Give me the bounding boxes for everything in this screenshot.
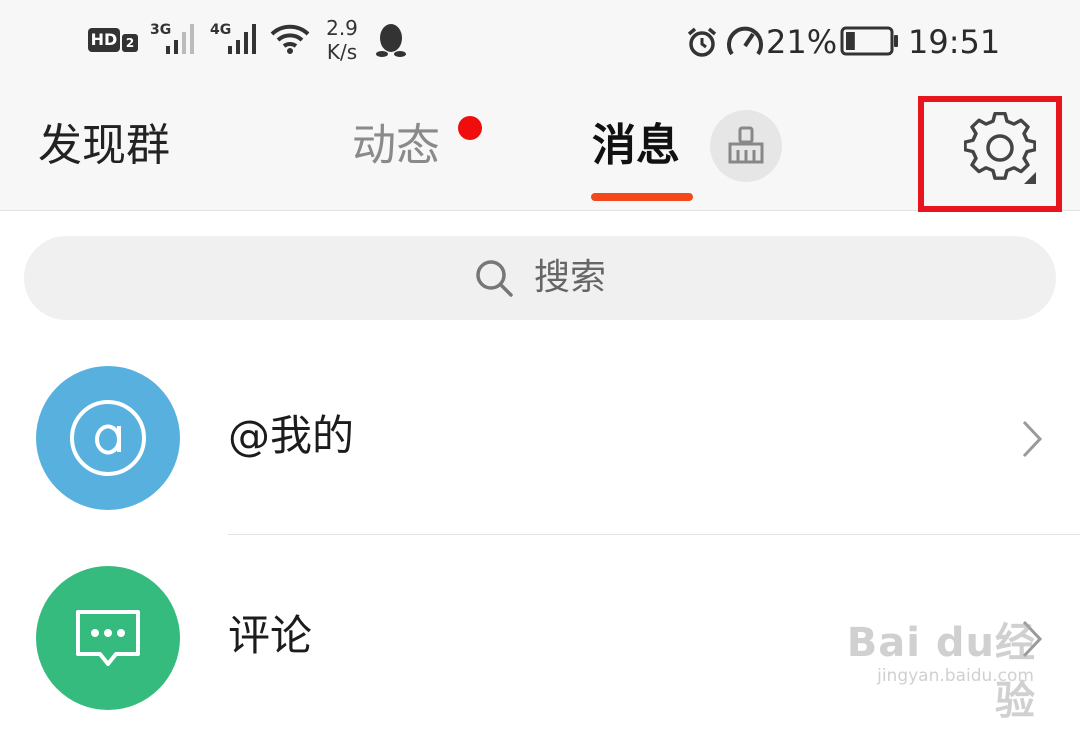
tab-moments[interactable]: 动态 bbox=[352, 118, 440, 174]
status-bar: HD 2 3G 4G 2.9 K/s 21% 19:51 bbox=[0, 0, 1080, 84]
hd-sub-icon: 2 bbox=[122, 34, 138, 52]
active-tab-indicator bbox=[591, 193, 693, 201]
list-item-mentions[interactable]: @我的 bbox=[0, 360, 1080, 530]
signal-3g-icon bbox=[166, 24, 194, 54]
comments-avatar bbox=[36, 566, 180, 710]
signal-4g-icon bbox=[228, 24, 256, 54]
chevron-right-icon bbox=[1022, 420, 1043, 458]
comment-icon bbox=[76, 610, 140, 666]
corner-triangle-icon bbox=[1024, 172, 1036, 184]
battery-percent: 21% bbox=[766, 23, 838, 61]
tab-discover-groups[interactable]: 发现群 bbox=[38, 118, 170, 174]
settings-button[interactable] bbox=[963, 111, 1037, 184]
list-item-label: @我的 bbox=[228, 411, 355, 460]
clock-time: 19:51 bbox=[908, 23, 1001, 61]
top-tab-bar: 发现群 动态 消息 bbox=[0, 84, 1080, 212]
watermark-url: jingyan.baidu.com bbox=[877, 666, 1034, 686]
alarm-icon bbox=[687, 27, 717, 57]
search-placeholder: 搜索 bbox=[533, 257, 606, 298]
broom-icon bbox=[728, 126, 764, 164]
wifi-icon bbox=[270, 24, 310, 54]
hd-icon: HD bbox=[88, 28, 120, 52]
baidu-jingyan-watermark: Bai du经验 jingyan.baidu.com bbox=[822, 598, 1042, 724]
network-speed: 2.9 K/s bbox=[322, 16, 362, 64]
tab-messages[interactable]: 消息 bbox=[592, 118, 680, 174]
battery-icon bbox=[840, 26, 898, 56]
mentions-avatar bbox=[36, 366, 180, 510]
network-speed-value: 2.9 bbox=[326, 16, 358, 40]
network-speed-unit: K/s bbox=[326, 40, 358, 64]
list-item-label: 评论 bbox=[228, 611, 313, 660]
clear-unread-button[interactable] bbox=[710, 110, 782, 182]
unread-dot-badge bbox=[458, 116, 482, 140]
at-icon bbox=[70, 400, 146, 476]
speedometer-icon bbox=[727, 26, 763, 56]
list-divider bbox=[228, 534, 1080, 535]
search-icon bbox=[476, 260, 513, 297]
search-bar[interactable]: 搜索 bbox=[24, 236, 1056, 320]
qq-penguin-icon bbox=[376, 24, 406, 57]
